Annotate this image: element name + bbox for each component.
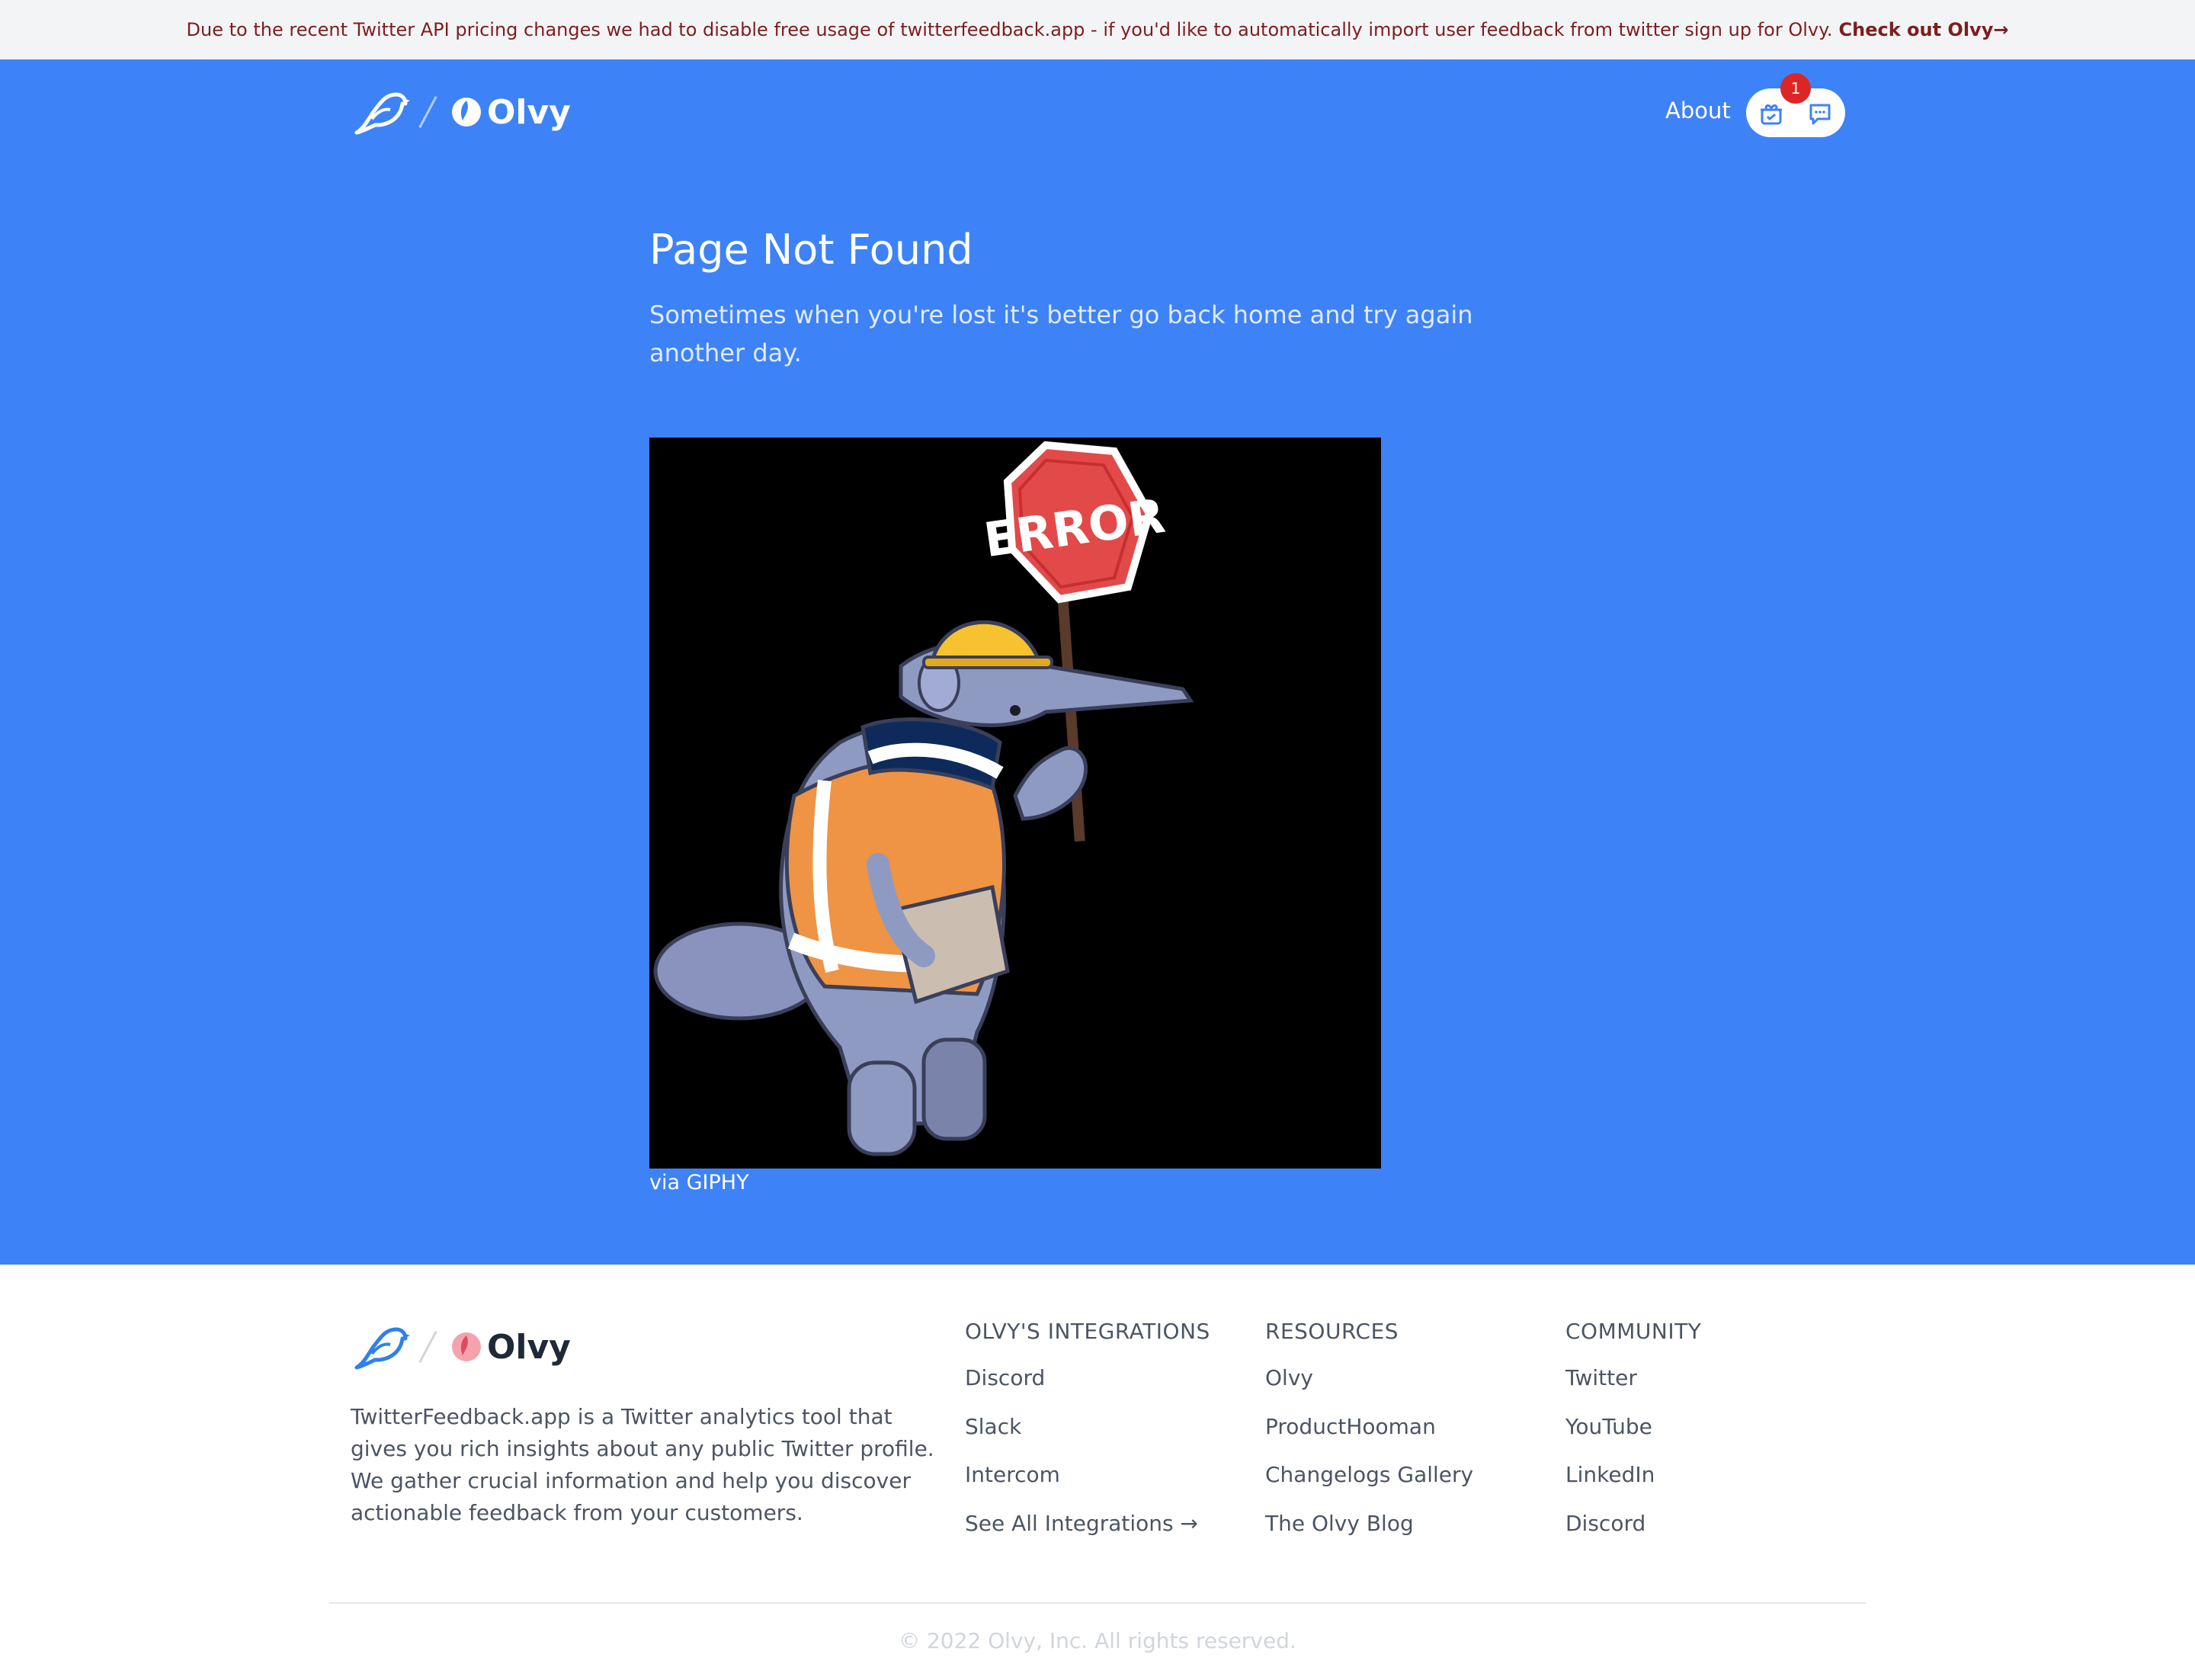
olvy-wordmark: Olvy xyxy=(487,1327,571,1367)
bird-logo-icon xyxy=(354,92,410,135)
footer-link-discord-community[interactable]: Discord xyxy=(1565,1511,1701,1560)
page-subtitle: Sometimes when you're lost it's better g… xyxy=(649,300,1473,367)
footer-description: TwitterFeedback.app is a Twitter analyti… xyxy=(351,1404,934,1525)
footer-link-youtube[interactable]: YouTube xyxy=(1565,1414,1701,1463)
olvy-logo-icon xyxy=(452,1332,481,1361)
footer-column-community: COMMUNITY Twitter YouTube LinkedIn Disco… xyxy=(1565,1319,1701,1559)
notification-badge: 1 xyxy=(1780,73,1811,104)
footer-column-heading: RESOURCES xyxy=(1265,1319,1399,1344)
olvy-wordmark: Olvy xyxy=(487,92,571,132)
footer-link-discord[interactable]: Discord xyxy=(965,1365,1210,1414)
giphy-credit-link[interactable]: via GIPHY xyxy=(649,1171,749,1194)
error-anteater-gif[interactable]: ERROR xyxy=(649,438,1381,1169)
footer-column-resources: RESOURCES Olvy ProductHooman Changelogs … xyxy=(1265,1319,1473,1559)
footer-link-producthooman[interactable]: ProductHooman xyxy=(1265,1414,1473,1463)
logo-divider xyxy=(418,95,437,129)
hero-section: Olvy About 1 Page Not Found Sometimes wh… xyxy=(0,59,2195,1265)
footer-column-integrations: OLVY'S INTEGRATIONS Discord Slack Interc… xyxy=(965,1319,1210,1559)
footer-link-linkedin[interactable]: LinkedIn xyxy=(1565,1462,1701,1511)
footer-link-twitter[interactable]: Twitter xyxy=(1565,1365,1701,1414)
copyright-text: © 2022 Olvy, Inc. All rights reserved. xyxy=(899,1628,1296,1653)
footer-link-slack[interactable]: Slack xyxy=(965,1414,1210,1463)
footer-logo[interactable]: Olvy xyxy=(352,1323,571,1371)
chat-icon[interactable] xyxy=(1807,101,1833,127)
bird-logo-icon xyxy=(354,1327,410,1370)
footer-link-intercom[interactable]: Intercom xyxy=(965,1462,1210,1511)
announcement-banner: Due to the recent Twitter API pricing ch… xyxy=(0,0,2195,59)
footer-column-heading: OLVY'S INTEGRATIONS xyxy=(965,1319,1210,1344)
header-logo[interactable]: Olvy xyxy=(352,88,571,136)
footer-column-heading: COMMUNITY xyxy=(1565,1319,1702,1344)
nav-about-link[interactable]: About xyxy=(1665,98,1731,123)
footer-link-olvy-blog[interactable]: The Olvy Blog xyxy=(1265,1511,1473,1560)
footer-link-all-integrations[interactable]: See All Integrations → xyxy=(965,1511,1210,1560)
banner-text: Due to the recent Twitter API pricing ch… xyxy=(186,19,1833,40)
footer-link-olvy[interactable]: Olvy xyxy=(1265,1365,1473,1414)
footer-link-changelogs-gallery[interactable]: Changelogs Gallery xyxy=(1265,1462,1473,1511)
logo-divider xyxy=(418,1330,437,1364)
olvy-logo-icon xyxy=(452,98,481,127)
anteater-illustration: ERROR xyxy=(649,438,1381,1169)
gift-icon[interactable] xyxy=(1758,101,1784,127)
footer-divider xyxy=(329,1602,1866,1604)
check-out-olvy-link[interactable]: Check out Olvy→ xyxy=(1839,19,2009,40)
page-title: Page Not Found xyxy=(649,226,973,274)
